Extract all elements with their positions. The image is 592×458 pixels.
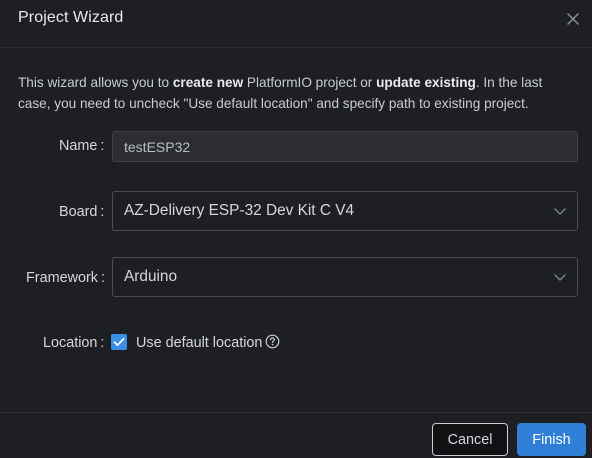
wizard-description: This wizard allows you to create new Pla… [18,75,543,111]
finish-button[interactable]: Finish [517,423,586,456]
framework-select[interactable]: Arduino [112,257,578,297]
location-label: Location: [43,335,105,351]
chevron-down-icon [554,274,566,281]
board-select[interactable]: AZ-Delivery ESP-32 Dev Kit C V4 [112,191,578,231]
framework-label: Framework: [26,270,105,286]
create-new-emphasis: create new [172,75,244,90]
board-selected-value: AZ-Delivery ESP-32 Dev Kit C V4 [124,202,355,219]
name-input[interactable] [112,131,578,162]
cancel-button[interactable]: Cancel [432,423,508,456]
use-default-location-label[interactable]: Use default location [136,335,262,351]
close-icon[interactable] [563,9,583,29]
dialog-header: Project Wizard [0,0,592,48]
name-label: Name: [59,138,105,154]
dialog-footer: Cancel Finish [0,412,592,458]
project-wizard-dialog: Project Wizard This wizard allows you to… [0,0,592,458]
check-icon [113,337,125,347]
chevron-down-icon [554,208,566,215]
board-label: Board: [59,204,105,220]
update-existing-emphasis: update existing [376,75,476,90]
dialog-title: Project Wizard [18,9,124,26]
question-circle-icon[interactable] [265,334,280,349]
use-default-location-checkbox[interactable] [111,334,127,350]
framework-selected-value: Arduino [124,268,178,285]
